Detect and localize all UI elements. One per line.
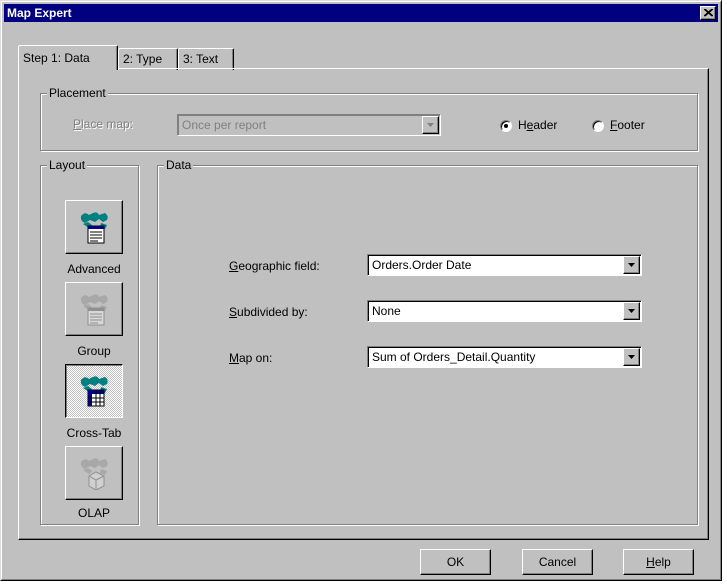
place-map-dropdown-button[interactable] — [422, 116, 439, 134]
tab-label: Step 1: Data — [23, 51, 90, 65]
ok-button[interactable]: OK — [420, 549, 491, 575]
geographic-field-value: Orders.Order Date — [372, 258, 472, 272]
title-bar[interactable]: Map Expert — [4, 4, 718, 22]
map-on-combo[interactable]: Sum of Orders_Detail.Quantity — [367, 346, 642, 368]
tab-text[interactable]: 3: Text — [178, 48, 234, 70]
window-title: Map Expert — [7, 6, 72, 20]
help-button[interactable]: Help — [623, 549, 694, 575]
footer-radio-label[interactable]: Footer — [610, 118, 645, 132]
subdivided-by-value: None — [372, 304, 401, 318]
map-on-label: Map on: — [229, 351, 273, 365]
tab-label: 2: Type — [123, 52, 163, 66]
layout-group: Layout — [40, 158, 139, 525]
ok-button-label: OK — [446, 555, 465, 569]
geographic-field-combo[interactable]: Orders.Order Date — [367, 254, 642, 276]
radio-selected-dot — [504, 124, 508, 128]
chevron-down-icon — [427, 123, 434, 127]
tab-step1-data[interactable]: Step 1: Data — [18, 45, 118, 70]
chevron-down-icon — [628, 263, 635, 267]
cancel-button-label: Cancel — [538, 555, 577, 569]
dialog-frame: Map Expert Step 1: Data 2: Type 3: Text … — [1, 1, 721, 580]
place-map-value: Once per report — [182, 118, 267, 132]
close-button[interactable] — [700, 6, 716, 20]
subdivided-by-dropdown-button[interactable] — [623, 302, 640, 320]
placement-group: Placement Place map: Once per report Hea… — [40, 86, 698, 151]
close-icon — [704, 9, 713, 17]
place-map-combo[interactable]: Once per report — [177, 114, 441, 136]
data-group: Data Geographic field: Orders.Order Date… — [157, 158, 698, 525]
chevron-down-icon — [628, 355, 635, 359]
tab-label: 3: Text — [183, 52, 219, 66]
footer-radio[interactable] — [592, 120, 604, 132]
place-map-label: Place map: — [73, 117, 134, 131]
tab-panel: Placement Place map: Once per report Hea… — [18, 68, 709, 540]
chevron-down-icon — [628, 309, 635, 313]
header-radio[interactable] — [500, 120, 512, 132]
geographic-field-dropdown-button[interactable] — [623, 256, 640, 274]
layout-group-label: Layout — [47, 158, 88, 172]
help-button-label: Help — [646, 555, 671, 569]
map-expert-dialog: Map Expert Step 1: Data 2: Type 3: Text … — [0, 0, 722, 581]
cancel-button[interactable]: Cancel — [522, 549, 593, 575]
map-on-value: Sum of Orders_Detail.Quantity — [372, 350, 536, 364]
map-on-dropdown-button[interactable] — [623, 348, 640, 366]
subdivided-by-label: Subdivided by: — [229, 305, 308, 319]
subdivided-by-combo[interactable]: None — [367, 300, 642, 322]
data-group-label: Data — [164, 158, 194, 172]
geographic-field-label: Geographic field: — [229, 259, 320, 273]
header-radio-label[interactable]: Header — [518, 118, 557, 132]
placement-group-label: Placement — [47, 86, 108, 100]
tab-type[interactable]: 2: Type — [118, 48, 178, 70]
